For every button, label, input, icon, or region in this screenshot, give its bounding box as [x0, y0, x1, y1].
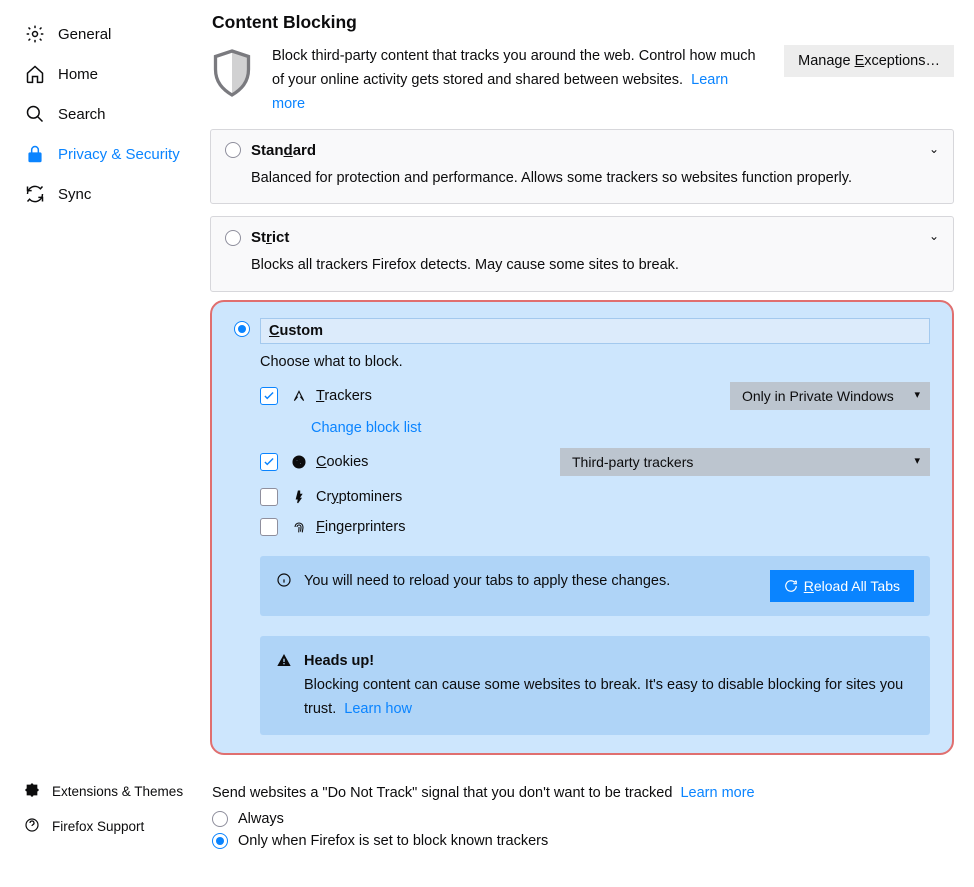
chevron-down-icon: ⌄ — [929, 142, 939, 156]
sidebar-label: General — [58, 26, 111, 43]
manage-exceptions-button[interactable]: Manage Exceptions… — [784, 45, 954, 77]
search-icon — [24, 103, 46, 125]
standard-radio[interactable] — [225, 142, 241, 158]
standard-option[interactable]: ⌄ Standard Balanced for protection and p… — [210, 129, 954, 204]
strict-option[interactable]: ⌄ Strict Blocks all trackers Firefox det… — [210, 216, 954, 291]
cryptominers-label: Cryptominers — [316, 489, 402, 505]
cookies-checkbox[interactable] — [260, 453, 278, 471]
support-label: Firefox Support — [52, 819, 144, 834]
reload-notice: You will need to reload your tabs to app… — [260, 556, 930, 616]
extensions-themes-link[interactable]: Extensions & Themes — [24, 774, 210, 809]
sidebar-item-general[interactable]: General — [0, 14, 210, 54]
standard-title: Standard — [251, 142, 316, 159]
custom-option: Custom Choose what to block. Trackers On… — [210, 300, 954, 756]
shield-icon — [210, 47, 254, 99]
sidebar-item-sync[interactable]: Sync — [0, 174, 210, 214]
warning-icon — [276, 652, 292, 668]
sidebar-label: Privacy & Security — [58, 146, 180, 163]
reload-icon — [784, 579, 798, 593]
cookies-row: Cookies Third-party trackers — [260, 448, 930, 476]
custom-desc: Choose what to block. — [260, 354, 930, 370]
fingerprinters-row: Fingerprinters — [260, 518, 930, 536]
cryptominers-row: Cryptominers — [260, 488, 930, 506]
dnt-only-when-radio[interactable] — [212, 833, 228, 849]
settings-sidebar: General Home Search Privacy & Security — [0, 0, 210, 849]
fingerprinters-icon — [290, 518, 308, 536]
sidebar-item-home[interactable]: Home — [0, 54, 210, 94]
firefox-support-link[interactable]: Firefox Support — [24, 809, 210, 844]
standard-desc: Balanced for protection and performance.… — [251, 167, 939, 189]
lock-icon — [24, 143, 46, 165]
cookies-dropdown[interactable]: Third-party trackers — [560, 448, 930, 476]
heads-up-title: Heads up! — [304, 653, 374, 669]
cookies-icon — [290, 453, 308, 471]
intro-row: Block third-party content that tracks yo… — [210, 45, 954, 117]
strict-desc: Blocks all trackers Firefox detects. May… — [251, 254, 939, 276]
gear-icon — [24, 23, 46, 45]
reload-notice-text: You will need to reload your tabs to app… — [304, 570, 758, 593]
extensions-label: Extensions & Themes — [52, 784, 183, 799]
trackers-dropdown[interactable]: Only in Private Windows — [730, 382, 930, 410]
dnt-always-option[interactable]: Always — [212, 811, 954, 827]
home-icon — [24, 63, 46, 85]
cryptominers-icon — [290, 488, 308, 506]
strict-radio[interactable] — [225, 230, 241, 246]
chevron-down-icon: ⌄ — [929, 229, 939, 243]
sidebar-item-search[interactable]: Search — [0, 94, 210, 134]
sidebar-label: Home — [58, 66, 98, 83]
dnt-text: Send websites a "Do Not Track" signal th… — [212, 785, 672, 801]
heads-up-notice: Heads up! Blocking content can cause som… — [260, 636, 930, 736]
dnt-only-when-option[interactable]: Only when Firefox is set to block known … — [212, 833, 954, 849]
sidebar-label: Sync — [58, 186, 91, 203]
strict-title: Strict — [251, 229, 289, 246]
reload-all-tabs-button[interactable]: Reload All Tabs — [770, 570, 914, 602]
sidebar-label: Search — [58, 106, 106, 123]
help-icon — [24, 817, 40, 836]
trackers-checkbox[interactable] — [260, 387, 278, 405]
info-icon — [276, 572, 292, 588]
learn-how-link[interactable]: Learn how — [344, 701, 412, 717]
dnt-section: Send websites a "Do Not Track" signal th… — [212, 785, 954, 849]
cookies-label: Cookies — [316, 454, 368, 470]
fingerprinters-checkbox[interactable] — [260, 518, 278, 536]
trackers-label: Trackers — [316, 388, 372, 404]
trackers-row: Trackers Only in Private Windows — [260, 382, 930, 410]
dnt-always-radio[interactable] — [212, 811, 228, 827]
sync-icon — [24, 183, 46, 205]
dnt-always-label: Always — [238, 811, 284, 827]
custom-radio[interactable] — [234, 321, 250, 337]
content-blocking-title: Content Blocking — [212, 12, 954, 33]
cryptominers-checkbox[interactable] — [260, 488, 278, 506]
fingerprinters-label: Fingerprinters — [316, 519, 405, 535]
intro-text: Block third-party content that tracks yo… — [272, 45, 766, 117]
trackers-icon — [290, 387, 308, 405]
change-block-list-link[interactable]: Change block list — [311, 420, 930, 436]
main-content: Content Blocking Block third-party conte… — [210, 0, 974, 849]
dnt-learn-more-link[interactable]: Learn more — [680, 785, 754, 801]
dnt-only-when-label: Only when Firefox is set to block known … — [238, 833, 548, 849]
puzzle-icon — [24, 782, 40, 801]
sidebar-item-privacy-security[interactable]: Privacy & Security — [0, 134, 210, 174]
custom-title-box: Custom — [260, 318, 930, 344]
